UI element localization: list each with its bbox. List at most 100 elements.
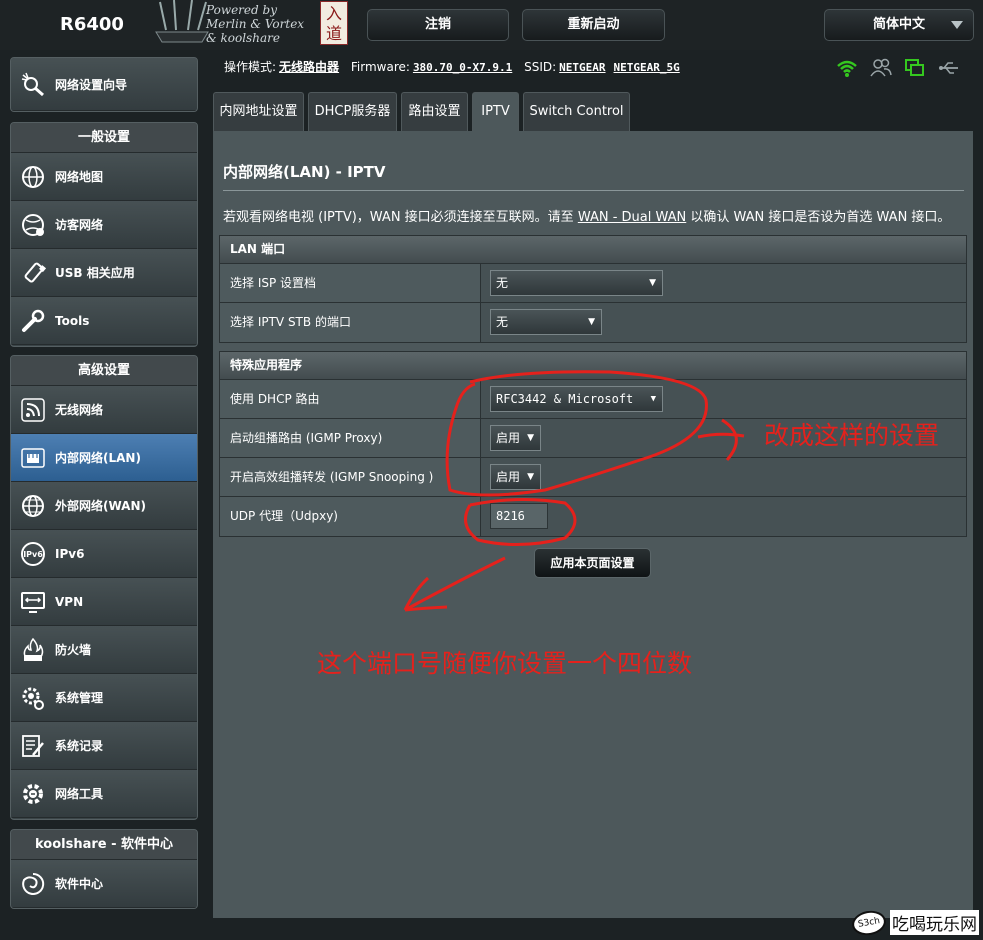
sidebar-item-administration[interactable]: 系统管理 [11,674,197,722]
main-panel: 内部网络(LAN) - IPTV 若观看网络电视 (IPTV)，WAN 接口必须… [213,131,973,918]
tab-iptv[interactable]: IPTV [472,92,519,132]
udpxy-port-input[interactable]: 8216 [490,503,548,529]
sidebar-item-software-center[interactable]: 软件中心 [11,860,197,908]
page-title: 内部网络(LAN) - IPTV [223,163,386,181]
firewall-icon [19,636,47,664]
sidebar-item-network-tools[interactable]: 网络工具 [11,770,197,818]
ssid-24g[interactable]: NETGEAR [559,61,605,74]
tab-switch-control[interactable]: Switch Control [523,92,630,132]
sidebar-item-firewall[interactable]: 防火墙 [11,626,197,674]
firmware-label: Firmware: [350,60,410,74]
igmp-snooping-label: 开启高效组播转发 (IGMP Snooping ) [220,458,481,496]
clients-icon[interactable] [870,58,892,78]
sidebar-general-box: 一般设置 网络地图 访客网络 USB 相关应用 Tools [10,122,198,347]
sidebar-item-label: 软件中心 [55,877,104,891]
sidebar-item-label: 访客网络 [55,218,104,232]
tab-dhcp-server[interactable]: DHCP服务器 [308,92,397,132]
sidebar-item-label: 系统管理 [55,691,104,705]
firmware-value[interactable]: 380.70_0-X7.9.1 [413,61,512,74]
guest-globe-icon [19,211,47,239]
lan-port-section: LAN 端口 选择 ISP 设置档 无 ▼ 选择 IPTV STB 的端口 无 ▼ [219,235,967,343]
sidebar-item-label: 网络设置向导 [55,77,128,92]
isp-profile-select[interactable]: 无 ▼ [490,270,663,296]
sidebar-item-label: Tools [55,313,90,328]
igmp-proxy-select[interactable]: 启用 ▼ [490,425,541,451]
logout-button[interactable]: 注销 [367,9,509,41]
stb-port-select[interactable]: 无 ▼ [490,309,602,335]
dropdown-arrow-icon: ▼ [649,278,656,288]
sidebar-item-label: VPN [55,594,84,609]
sidebar-advanced-box: 高级设置 无线网络 内部网络(LAN) 外部网络(WAN) IPv6 IPv6 … [10,355,198,820]
wrench-icon [19,307,47,335]
globe-icon [19,492,47,520]
log-icon [19,732,47,760]
dhcp-route-row: 使用 DHCP 路由 RFC3442 & Microsoft ▼ [220,380,966,419]
sidebar-item-label: IPv6 [55,546,85,561]
sidebar-item-wireless[interactable]: 无线网络 [11,386,197,434]
annotation-note-settings: 改成这样的设置 [764,421,940,450]
dhcp-route-label: 使用 DHCP 路由 [220,380,481,418]
sidebar-item-usb[interactable]: USB 相关应用 [11,249,197,297]
network-status-icon[interactable] [904,58,926,78]
igmp-snooping-select[interactable]: 启用 ▼ [490,464,541,490]
sidebar-item-label: 网络工具 [55,787,104,801]
sidebar-item-network-map[interactable]: 网络地图 [11,153,197,201]
mode-label: 操作模式: [224,60,277,74]
wireless-icon [19,396,47,424]
usb-icon[interactable] [938,58,960,78]
sidebar-section-title: koolshare - 软件中心 [11,830,197,860]
dropdown-arrow-icon: ▼ [650,394,656,404]
sidebar-item-lan[interactable]: 内部网络(LAN) [11,434,197,482]
annotation-note-port: 这个端口号随便你设置一个四位数 [317,649,693,678]
gear-icon [19,684,47,712]
sidebar-item-label: 系统记录 [55,739,104,753]
ssid-label: SSID: [524,60,557,74]
igmp-snooping-row: 开启高效组播转发 (IGMP Snooping ) 启用 ▼ [220,458,966,497]
udpxy-row: UDP 代理（Udpxy) 8216 [220,497,966,536]
chevron-down-icon [951,21,963,29]
sidebar-item-label: 外部网络(WAN) [55,499,146,513]
sidebar-item-wizard[interactable]: 网络设置向导 [11,58,197,111]
wifi-icon[interactable] [836,58,858,78]
dropdown-arrow-icon: ▼ [527,472,534,482]
dhcp-route-select[interactable]: RFC3442 & Microsoft ▼ [490,386,663,412]
igmp-proxy-label: 启动组播路由 (IGMP Proxy) [220,419,481,457]
software-center-icon [19,870,47,898]
language-label: 简体中文 [872,17,925,32]
sidebar-item-vpn[interactable]: VPN [11,578,197,626]
sidebar-item-system-log[interactable]: 系统记录 [11,722,197,770]
router-model: R6400 [60,14,124,35]
sidebar-item-wan[interactable]: 外部网络(WAN) [11,482,197,530]
dropdown-arrow-icon: ▼ [588,317,595,327]
sidebar-item-label: 无线网络 [55,403,104,417]
sidebar-item-label: 防火墙 [55,643,92,657]
watermark-logo: S3ch [850,907,888,938]
globe-icon [19,163,47,191]
network-tools-icon [19,780,47,808]
ipv6-icon: IPv6 [19,540,47,568]
vpn-icon [19,588,47,616]
language-select[interactable]: 简体中文 [824,9,974,41]
isp-profile-label: 选择 ISP 设置档 [220,264,481,302]
site-watermark: S3ch 吃喝玩乐网 [850,907,979,938]
sidebar-item-guest-network[interactable]: 访客网络 [11,201,197,249]
powered-by-text: Powered by Merlin & Vortex & koolshare [206,3,305,45]
dropdown-arrow-icon: ▼ [527,433,534,443]
status-bar: 操作模式: 无线路由器 Firmware: 380.70_0-X7.9.1 SSID… [224,58,688,75]
router-icon [155,0,209,43]
apply-button[interactable]: 应用本页面设置 [534,548,651,578]
tab-lan-ip[interactable]: 内网地址设置 [213,92,304,132]
sidebar-section-title: 一般设置 [11,123,197,153]
usb-stick-icon [19,259,47,287]
header-bar: R6400 Powered by Merlin & Vortex & kools… [0,0,983,50]
reboot-button[interactable]: 重新启动 [522,9,665,41]
sidebar-section-title: 高级设置 [11,356,197,386]
wan-dual-wan-link[interactable]: WAN - Dual WAN [578,210,686,225]
tab-route[interactable]: 路由设置 [401,92,468,132]
stb-port-row: 选择 IPTV STB 的端口 无 ▼ [220,303,966,342]
svg-text:IPv6: IPv6 [23,550,43,559]
ssid-5g[interactable]: NETGEAR_5G [614,61,680,74]
sidebar-item-tools[interactable]: Tools [11,297,197,345]
mode-value[interactable]: 无线路由器 [279,60,339,74]
sidebar-item-ipv6[interactable]: IPv6 IPv6 [11,530,197,578]
